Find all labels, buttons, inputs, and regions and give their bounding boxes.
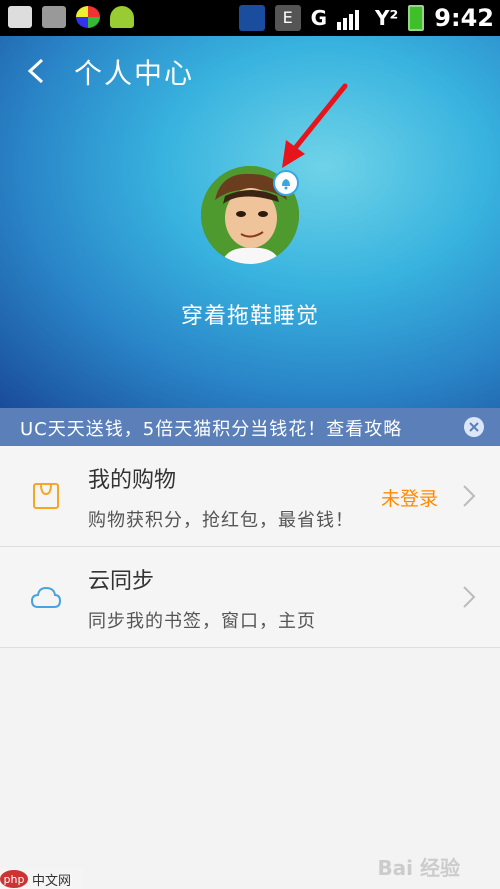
list-item-shopping[interactable]: 我的购物 购物获积分，抢红包，最省钱！ 未登录 [0,446,500,547]
battery-icon [408,5,425,31]
nickname: 穿着拖鞋睡觉 [180,304,319,329]
data-badge: E [274,5,301,31]
clock: 9:42 [434,4,494,32]
signal-label-g: G [310,6,328,30]
cloud-icon [30,586,62,608]
signal-label-y: Y² [375,6,399,30]
promo-banner[interactable]: UC天天送钱，5倍天猫积分当钱花！查看攻略 [0,408,500,446]
signal-bars-icon [337,10,360,30]
close-icon[interactable] [464,417,484,437]
list-item-subtitle: 购物获积分，抢红包，最省钱！ [88,510,354,531]
promo-banner-text[interactable]: UC天天送钱，5倍天猫积分当钱花！查看攻略 [20,415,402,441]
gallery-notification-icon [8,6,32,28]
speaker-icon [238,5,265,31]
php-logo: php 中文网 [0,869,82,889]
list-item-subtitle: 同步我的书签，窗口，主页 [88,611,316,632]
list-item-title: 我的购物 [88,468,177,493]
login-status-label[interactable]: 未登录 [381,484,438,511]
usb-notification-icon [42,6,66,28]
chevron-right-icon [463,586,476,608]
status-bar: E G Y² 9:42 [0,0,500,36]
list-item-cloud-sync[interactable]: 云同步 同步我的书签，窗口，主页 [0,547,500,648]
android-icon [110,6,134,28]
php-logo-badge: php [0,870,28,888]
shopping-bag-icon [33,483,59,509]
baidu-watermark: Bai 经验 [377,856,460,880]
annotation-arrow-icon [282,83,348,168]
profile-header: 个人中心 穿着拖鞋睡觉 [0,36,500,408]
php-logo-text: 中文网 [32,873,72,889]
chevron-right-icon [463,485,476,507]
status-bar-left [8,6,134,28]
app-notification-icon [76,6,100,28]
list-item-title: 云同步 [88,569,155,594]
settings-list: 我的购物 购物获积分，抢红包，最省钱！ 未登录 云同步 同步我的书签，窗口，主页 [0,446,500,648]
status-bar-right: E G Y² 9:42 [238,4,494,32]
